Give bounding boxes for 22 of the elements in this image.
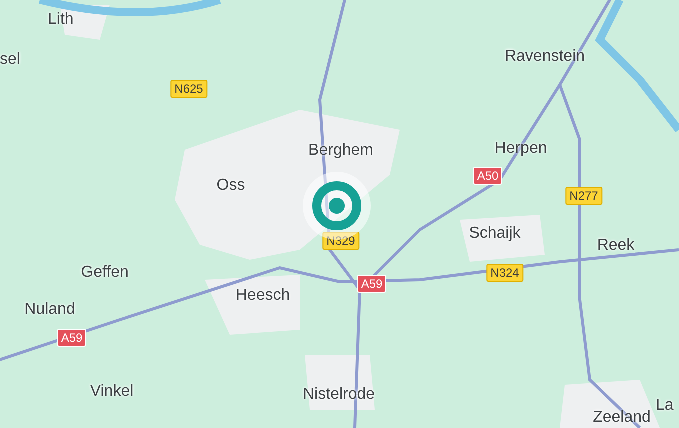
place-label: Herpen bbox=[494, 141, 548, 157]
place-label: Oss bbox=[216, 178, 246, 194]
place-label: Reek bbox=[597, 238, 635, 254]
place-label: sel bbox=[0, 52, 20, 68]
place-label: Zeeland bbox=[593, 410, 651, 426]
road-number-shield: A50 bbox=[473, 167, 503, 185]
place-label: Heesch bbox=[236, 288, 290, 304]
road-number-shield: A59 bbox=[357, 275, 387, 293]
place-label: Schaijk bbox=[469, 226, 521, 242]
place-label: Ravenstein bbox=[504, 49, 586, 65]
road-number-shield: N277 bbox=[566, 187, 602, 205]
road-number-shield: A59 bbox=[57, 329, 87, 347]
place-label: Nuland bbox=[24, 302, 76, 318]
road-number-shield: N329 bbox=[322, 232, 360, 250]
road-number-shield: N625 bbox=[170, 80, 208, 98]
place-label: Nistelrode bbox=[302, 387, 376, 403]
place-label: Lith bbox=[48, 12, 74, 28]
place-label: Berghem bbox=[308, 143, 374, 159]
place-label: Geffen bbox=[81, 265, 129, 281]
place-label: La bbox=[656, 398, 674, 414]
road-number-shield: N324 bbox=[486, 264, 524, 282]
place-label: Vinkel bbox=[90, 384, 134, 400]
